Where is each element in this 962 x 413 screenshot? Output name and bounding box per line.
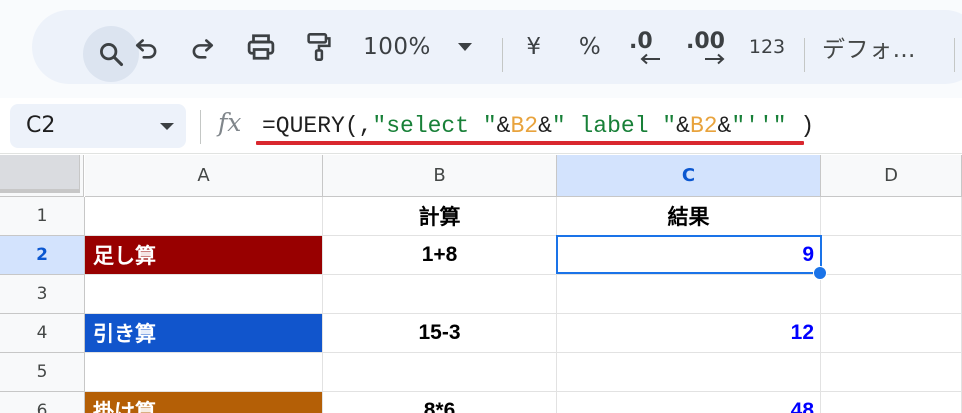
decrease-decimal-label: .0 <box>629 29 653 54</box>
cell-a4[interactable]: 引き算 <box>85 314 323 353</box>
name-box-value: C2 <box>26 113 56 138</box>
cell-b6[interactable]: 8*6 <box>323 392 557 413</box>
cell-b4[interactable]: 15-3 <box>323 314 557 353</box>
cell-b5[interactable] <box>323 353 557 392</box>
formula-string-empty: "''" <box>731 113 787 139</box>
cell-d3[interactable] <box>821 275 962 314</box>
formula-input[interactable]: =QUERY(,"select "&B2&" label "&B2&"''" ) <box>262 113 814 139</box>
currency-format-button[interactable]: ¥ <box>516 10 552 84</box>
toolbar: 100% ¥ % .0 .00 123 デフォ… <box>32 10 962 84</box>
paint-format-icon <box>307 33 331 61</box>
caret-down-icon <box>458 43 472 51</box>
formula-ampersand: & <box>538 113 552 139</box>
undo-icon <box>135 39 157 59</box>
cell-c3[interactable] <box>557 275 821 314</box>
formula-cell-ref: B2 <box>510 113 539 139</box>
fx-icon: fx <box>218 108 242 137</box>
undo-button[interactable] <box>127 10 167 84</box>
zoom-select[interactable]: 100% <box>354 10 440 84</box>
formula-string-select: "select " <box>372 113 497 139</box>
toolbar-divider <box>804 38 805 72</box>
formula-ampersand: & <box>676 113 690 139</box>
zoom-dropdown-button[interactable] <box>450 10 480 84</box>
currency-label: ¥ <box>526 34 542 60</box>
print-icon <box>247 34 275 60</box>
caret-down-icon[interactable] <box>160 123 174 130</box>
column-header-b[interactable]: B <box>323 155 557 197</box>
toolbar-divider <box>954 38 955 72</box>
formula-suffix: ) <box>786 113 815 139</box>
zoom-value: 100% <box>363 34 431 60</box>
arrow-right-icon <box>705 53 725 65</box>
annotation-underline <box>256 141 804 145</box>
column-header-a[interactable]: A <box>85 155 323 197</box>
formula-ampersand: & <box>496 113 511 139</box>
percent-label: % <box>578 34 602 60</box>
row-header-5[interactable]: 5 <box>0 353 85 392</box>
paint-format-button[interactable] <box>297 10 341 84</box>
increase-decimal-label: .00 <box>686 29 725 54</box>
cell-d1[interactable] <box>821 197 962 236</box>
cell-d5[interactable] <box>821 353 962 392</box>
cell-c5[interactable] <box>557 353 821 392</box>
formula-bar-divider <box>200 110 201 144</box>
number-format-label: 123 <box>748 36 786 58</box>
formula-ampersand: & <box>717 113 732 139</box>
cell-d6[interactable] <box>821 392 962 413</box>
cell-c1[interactable]: 結果 <box>557 197 821 236</box>
active-cell-border <box>556 235 822 274</box>
cell-a5[interactable] <box>85 353 323 392</box>
print-button[interactable] <box>239 10 283 84</box>
percent-format-button[interactable]: % <box>570 10 610 84</box>
search-icon <box>100 43 124 67</box>
toolbar-divider <box>502 38 503 72</box>
column-header-c[interactable]: C <box>557 155 821 197</box>
cell-a2[interactable]: 足し算 <box>85 236 323 275</box>
cell-a3[interactable] <box>85 275 323 314</box>
cell-a6[interactable]: 掛け算 <box>85 392 323 413</box>
row-header-3[interactable]: 3 <box>0 275 85 314</box>
cell-b2[interactable]: 1+8 <box>323 236 557 275</box>
fill-handle[interactable] <box>813 266 827 280</box>
cell-b1[interactable]: 計算 <box>323 197 557 236</box>
more-formats-button[interactable]: 123 <box>744 10 790 84</box>
row-header-6[interactable]: 6 <box>0 392 85 413</box>
cell-b3[interactable] <box>323 275 557 314</box>
formula-cell-ref: B2 <box>689 113 718 139</box>
redo-button[interactable] <box>182 10 222 84</box>
cell-c4[interactable]: 12 <box>557 314 821 353</box>
row-header-2[interactable]: 2 <box>0 236 85 275</box>
redo-icon <box>192 39 214 59</box>
decrease-decimal-button[interactable]: .0 <box>625 10 671 84</box>
font-select[interactable]: デフォ… <box>822 10 962 84</box>
cell-a1[interactable] <box>85 197 323 236</box>
row-header-1[interactable]: 1 <box>0 197 85 236</box>
arrow-left-icon <box>640 53 660 65</box>
cell-d2[interactable] <box>821 236 962 275</box>
row-header-4[interactable]: 4 <box>0 314 85 353</box>
name-box[interactable]: C2 <box>10 104 186 148</box>
frozen-corner-marker <box>0 155 80 193</box>
increase-decimal-button[interactable]: .00 <box>682 10 736 84</box>
formula-prefix: =QUERY(, <box>262 113 373 139</box>
cell-c6[interactable]: 48 <box>557 392 821 413</box>
column-header-d[interactable]: D <box>821 155 962 197</box>
cell-d4[interactable] <box>821 314 962 353</box>
font-label: デフォ… <box>822 37 916 63</box>
formula-string-label: " label " <box>551 113 677 139</box>
